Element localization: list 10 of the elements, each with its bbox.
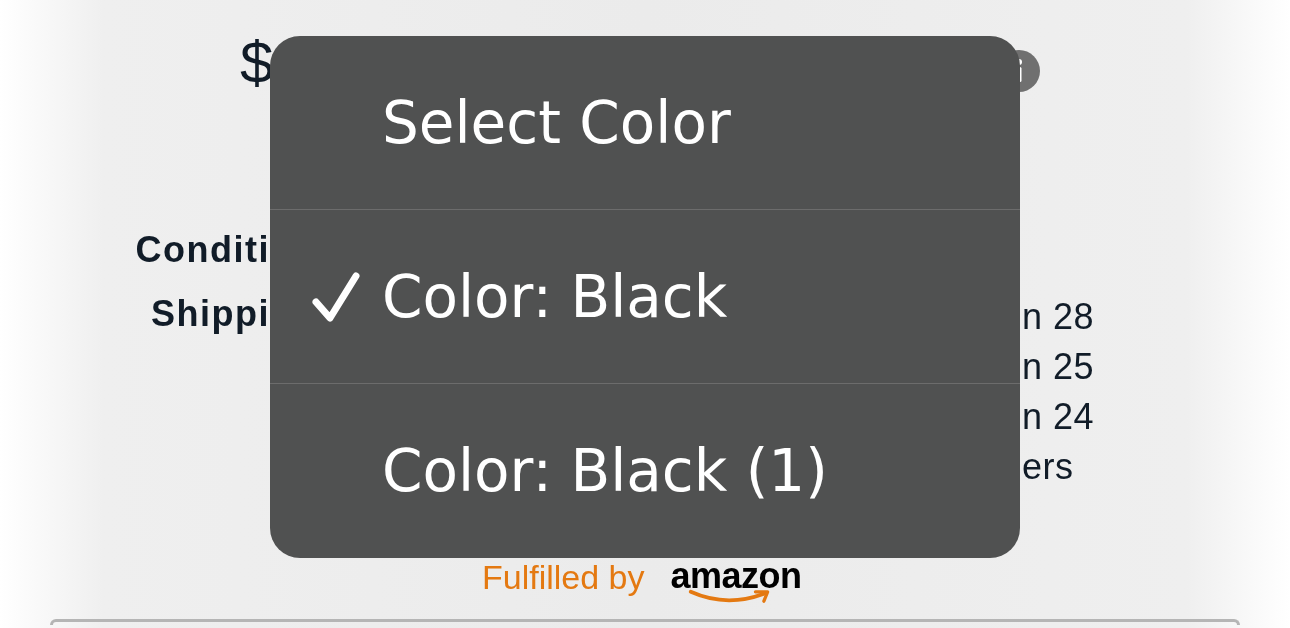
detail-value: n 28 (1022, 295, 1095, 339)
detail-label: Conditi (135, 228, 270, 272)
detail-value: n 25 (1022, 345, 1095, 389)
logo-wordmark: amazon (670, 558, 802, 594)
detail-label: Shippi (151, 292, 270, 336)
menu-option[interactable]: Color: Black (270, 210, 1020, 384)
detail-value: n 24 (1022, 395, 1095, 439)
fulfilled-by-text: Fulfilled by (482, 558, 645, 596)
menu-option[interactable]: Color: Black (1) (270, 384, 1020, 558)
detail-value: ers (1022, 445, 1074, 489)
